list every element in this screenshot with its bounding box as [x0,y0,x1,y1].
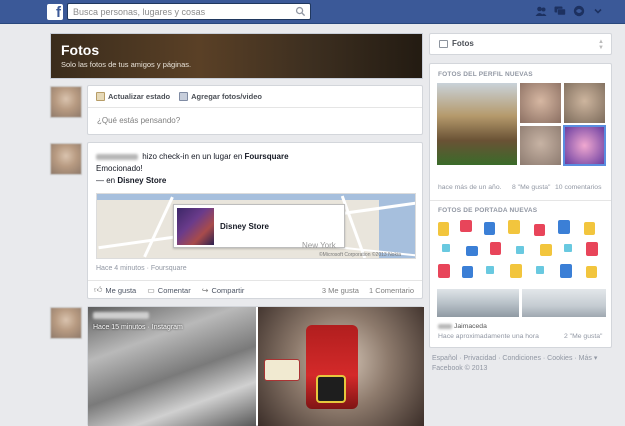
comments-count[interactable]: 1 Comentario [369,286,414,295]
friend-requests-icon[interactable] [535,5,547,17]
post-actions: 👍︎ Me gusta ▭ Comentar ↪ Compartir 3 Me … [88,280,422,299]
footer: Español · Privacidad · Condiciones · Coo… [432,354,612,374]
cover-photos-time: Hace aproximadamente una hora [438,333,539,340]
photos-sidebar: FOTOS DEL PERFIL NUEVAS hace más de un a… [429,63,612,348]
profile-photo-tile-large[interactable] [436,82,518,166]
app-link[interactable]: Foursquare [245,152,289,161]
post-counts: 3 Me gusta 1 Comentario [322,286,414,295]
cover-photo-tile[interactable] [521,288,607,318]
checkin-map[interactable]: Disney Store New York ©Microsoft Corpora… [96,193,416,259]
profile-photo-tile[interactable] [563,82,606,124]
post-text: hizo check-in en un lugar en Foursquare … [96,152,289,185]
camera-icon [179,92,189,101]
top-icons [535,5,604,17]
post-photo-right[interactable] [258,307,424,426]
profile-photos-time: hace más de un año. [438,184,502,191]
photos-icon [439,40,448,48]
notifications-icon[interactable] [573,5,585,17]
cover-photo-pattern-tile[interactable] [436,218,607,284]
map-place-name: Disney Store [220,222,269,231]
user-avatar[interactable] [50,86,82,118]
page-subtitle: Solo las fotos de tus amigos y páginas. [61,60,192,69]
photos-banner: Fotos Solo las fotos de tus amigos y pág… [50,33,423,79]
comment-icon: ▭ [147,285,155,295]
cover-photo-tile[interactable] [436,288,520,318]
map-city-label: New York [302,241,336,250]
profile-photos-likes[interactable]: 8 "Me gusta" [512,184,550,191]
cover-photos-likes[interactable]: 2 "Me gusta" [564,333,602,340]
section-profile-photos-title: FOTOS DEL PERFIL NUEVAS [438,71,533,78]
place-link[interactable]: Disney Store [117,176,166,185]
profile-photo-tile[interactable] [563,125,606,166]
tab-update-status[interactable]: Actualizar estado [96,92,170,101]
photos-filter[interactable]: Fotos ▲ ▼ [429,33,612,55]
photo-post: Hace 15 minutos · Instagram [87,306,424,426]
status-icon [96,92,105,101]
share-button[interactable]: ↪ Compartir [202,286,245,295]
search-input[interactable] [68,4,288,19]
like-button[interactable]: 👍︎ Me gusta [94,285,136,295]
photo-sticker [264,359,300,381]
composer-tabs: Actualizar estado Agregar fotos/video [88,86,422,108]
tab-add-photo[interactable]: Agregar fotos/video [179,92,262,101]
checkin-post: hizo check-in en un lugar en Foursquare … [87,142,423,299]
photo-object-face [316,375,346,403]
section-cover-photos-title: FOTOS DE PORTADA NUEVAS [438,207,538,214]
divider [430,200,611,201]
comment-button[interactable]: ▭ Comentar [147,286,191,295]
map-copyright: ©Microsoft Corporation ©2013 Nokia [319,252,401,258]
cover-photo-author[interactable]: Jaimaceda [438,323,487,330]
cover-author-name-blurred [438,323,452,329]
place-thumbnail [177,208,214,245]
status-input[interactable]: ¿Qué estás pensando? [88,108,422,133]
thumbs-up-icon: 👍︎ [94,285,103,294]
post2-author-avatar[interactable] [50,307,82,339]
map-water [97,194,415,200]
top-bar: f [0,0,625,24]
search-icon[interactable] [295,6,306,17]
profile-photo-tile[interactable] [519,82,562,124]
post2-author-name-blurred[interactable] [93,312,149,319]
facebook-logo[interactable]: f [47,4,63,20]
post-photo-left[interactable]: Hace 15 minutos · Instagram [88,307,256,426]
page-title: Fotos [61,42,100,58]
composer: Actualizar estado Agregar fotos/video ¿Q… [87,85,423,135]
author-name-blurred[interactable] [96,153,138,160]
sort-arrows-icon: ▲ ▼ [598,39,604,51]
profile-photo-tile[interactable] [519,125,562,166]
map-road [143,196,174,258]
post2-timestamp[interactable]: Hace 15 minutos · Instagram [93,324,183,331]
likes-count[interactable]: 3 Me gusta [322,286,359,295]
post-author-avatar[interactable] [50,143,82,175]
dropdown-icon[interactable] [592,5,604,17]
post-timestamp[interactable]: Hace 4 minutos · Foursquare [96,265,187,272]
footer-copyright: Facebook © 2013 [432,365,488,372]
messages-icon[interactable] [554,5,566,17]
search-box [67,3,311,20]
profile-photos-comments[interactable]: 10 comentarios [555,184,601,191]
share-icon: ↪ [201,285,209,295]
footer-links[interactable]: Español · Privacidad · Condiciones · Coo… [432,354,612,364]
